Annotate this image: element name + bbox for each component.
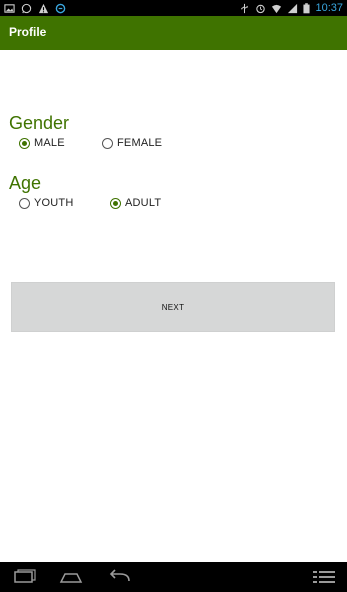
internet-icon xyxy=(55,3,66,13)
home-icon[interactable] xyxy=(58,569,84,585)
radio-male-label: MALE xyxy=(34,137,65,149)
radio-youth[interactable]: YOUTH xyxy=(19,197,74,209)
whatsapp-icon xyxy=(21,3,32,13)
image-icon xyxy=(4,3,15,13)
page-title: Profile xyxy=(9,25,47,39)
warning-icon xyxy=(38,3,49,13)
signal-icon xyxy=(288,3,298,13)
status-bar-left xyxy=(4,2,66,14)
radio-button-youth[interactable] xyxy=(19,197,30,209)
recent-apps-icon[interactable] xyxy=(11,569,37,585)
action-bar: Profile xyxy=(0,16,347,50)
wifi-icon xyxy=(272,4,282,13)
radio-male[interactable]: MALE xyxy=(19,137,65,149)
radio-female[interactable]: FEMALE xyxy=(102,137,162,149)
radio-button-female[interactable] xyxy=(102,137,113,149)
navigation-bar xyxy=(0,562,347,592)
menu-icon[interactable] xyxy=(311,569,337,585)
age-heading: Age xyxy=(9,173,42,193)
battery-icon xyxy=(303,2,311,13)
radio-female-label: FEMALE xyxy=(117,137,163,149)
gender-heading: Gender xyxy=(9,113,70,133)
next-button[interactable]: NEXT xyxy=(11,282,335,332)
status-time: 10:37 xyxy=(315,2,343,14)
alarm-icon xyxy=(256,4,266,13)
radio-button-adult[interactable] xyxy=(110,197,121,209)
radio-youth-label: YOUTH xyxy=(34,197,74,209)
status-bar: 10:37 xyxy=(0,0,347,16)
back-icon[interactable] xyxy=(107,569,133,585)
radio-adult[interactable]: ADULT xyxy=(110,197,161,209)
status-bar-right: 10:37 xyxy=(239,1,343,15)
usb-icon xyxy=(241,3,249,13)
radio-button-male[interactable] xyxy=(19,137,30,149)
radio-adult-label: ADULT xyxy=(125,197,162,209)
